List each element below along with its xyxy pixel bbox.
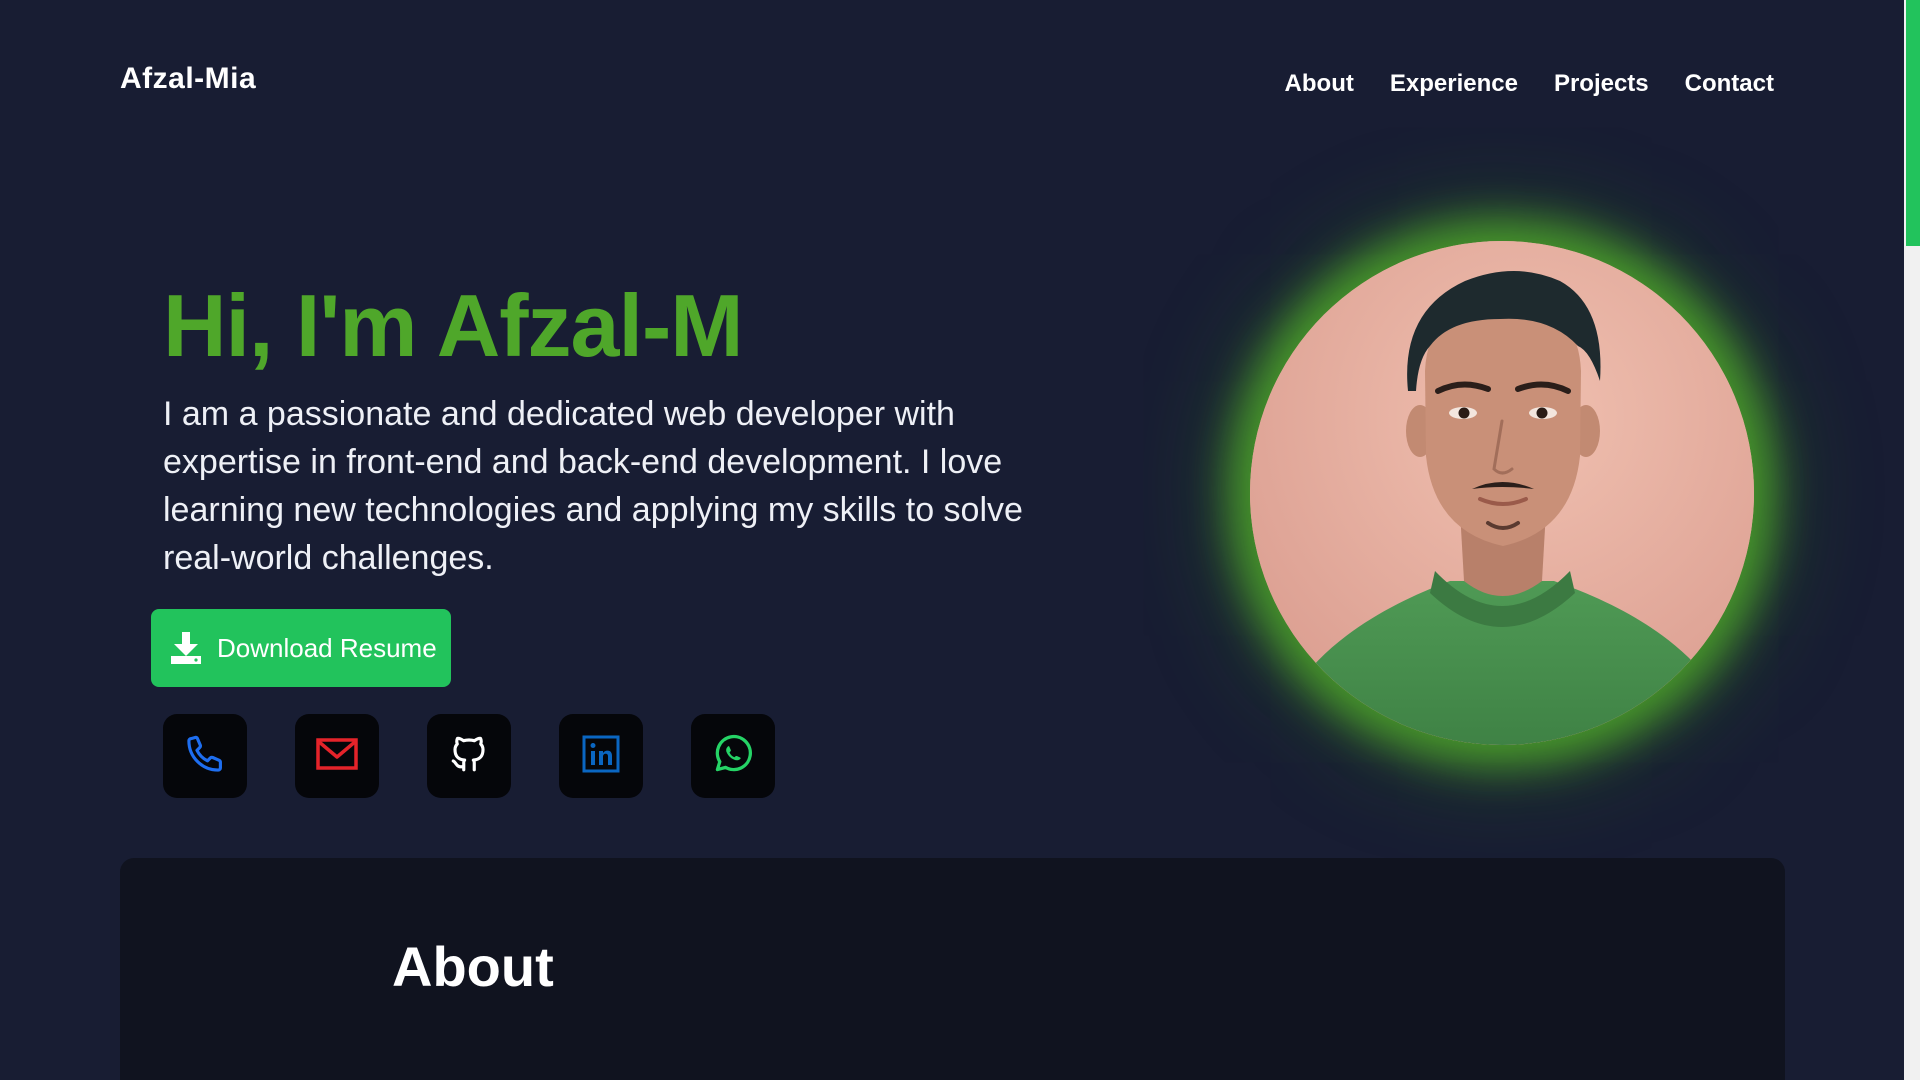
about-heading: About xyxy=(392,935,554,998)
phone-icon xyxy=(184,733,226,780)
github-icon xyxy=(448,733,490,780)
linkedin-icon xyxy=(581,734,621,779)
scrollbar-thumb[interactable] xyxy=(1906,0,1920,246)
nav-links: About Experience Projects Contact xyxy=(1285,70,1774,98)
hero-title: Hi, I'm Afzal-M xyxy=(163,276,744,375)
email-button[interactable] xyxy=(295,714,379,798)
about-section: About xyxy=(120,858,1785,1080)
mail-icon xyxy=(315,736,359,777)
nav-link-about[interactable]: About xyxy=(1285,70,1354,98)
profile-photo xyxy=(1250,241,1754,745)
social-links xyxy=(163,714,775,798)
profile-avatar xyxy=(1250,241,1754,745)
download-resume-button[interactable]: Download Resume xyxy=(151,609,451,687)
nav-link-projects[interactable]: Projects xyxy=(1554,70,1649,98)
download-icon xyxy=(169,630,203,666)
whatsapp-button[interactable] xyxy=(691,714,775,798)
phone-button[interactable] xyxy=(163,714,247,798)
hero-description: I am a passionate and dedicated web deve… xyxy=(163,395,1023,577)
scrollbar[interactable] xyxy=(1904,0,1920,1080)
linkedin-button[interactable] xyxy=(559,714,643,798)
whatsapp-icon xyxy=(711,732,755,781)
navbar: Afzal-Mia About Experience Projects Cont… xyxy=(0,0,1904,170)
portfolio-page: Afzal-Mia About Experience Projects Cont… xyxy=(0,0,1920,1080)
nav-link-experience[interactable]: Experience xyxy=(1390,70,1518,98)
github-button[interactable] xyxy=(427,714,511,798)
download-resume-label: Download Resume xyxy=(217,632,437,663)
nav-link-contact[interactable]: Contact xyxy=(1685,70,1774,98)
brand-logo[interactable]: Afzal-Mia xyxy=(120,62,256,96)
